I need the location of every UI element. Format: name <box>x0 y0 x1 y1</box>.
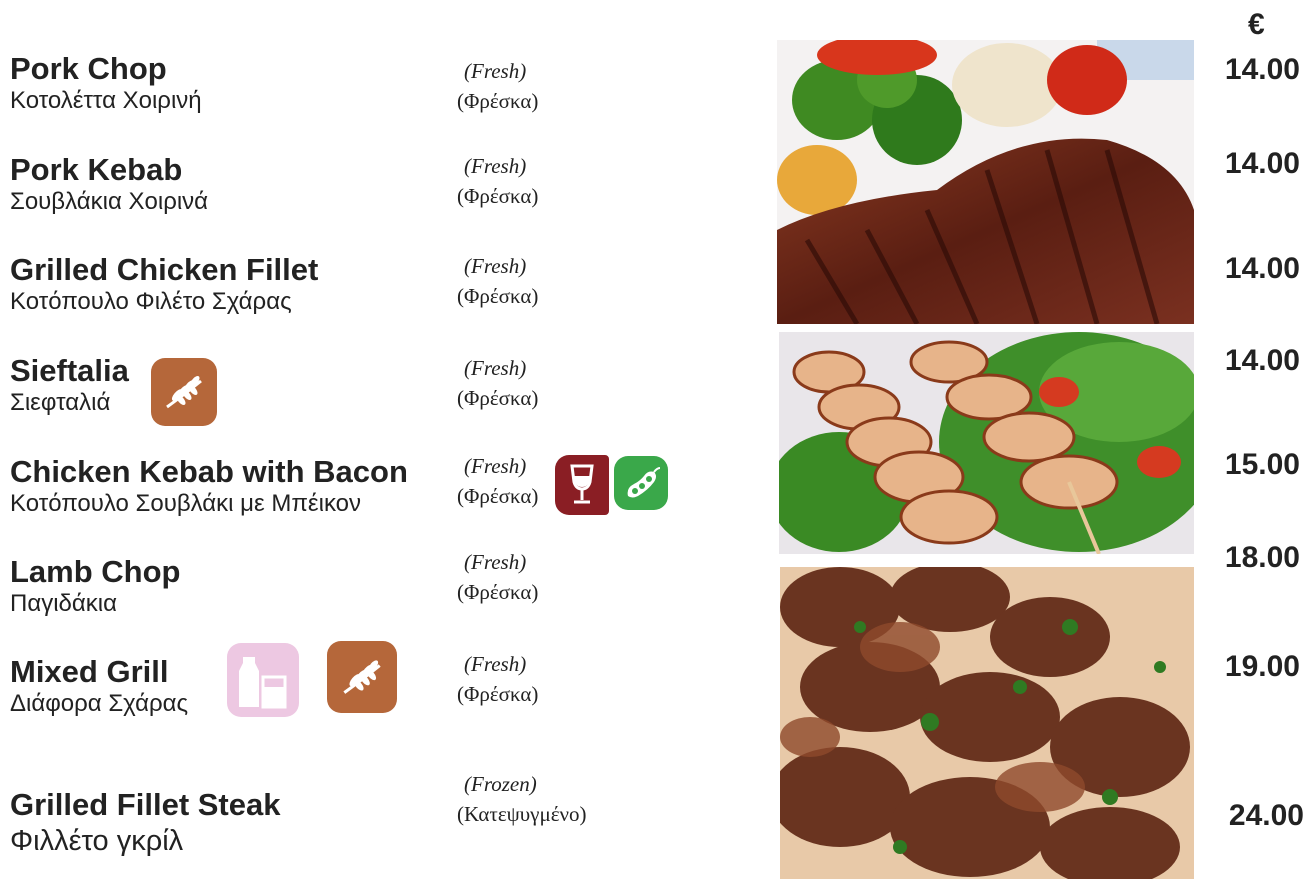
menu-item-chicken-kebab-bacon: Chicken Kebab with Bacon Κοτόπουλο Σουβλ… <box>10 455 408 519</box>
item-name-gr: Κοτολέττα Χοιρινή <box>10 87 202 114</box>
cereals-icon <box>151 358 217 426</box>
status-gr: (Φρέσκα) <box>457 89 539 113</box>
chicken-kebab-photo <box>779 332 1194 554</box>
item-name-gr: Φιλλέτο γκρίλ <box>10 825 184 857</box>
item-price: 14.00 <box>1224 344 1300 377</box>
mixed-grill-photo <box>780 567 1194 879</box>
menu-item-sieftalia: Sieftalia Σιεφταλιά <box>10 354 129 418</box>
item-name-gr: Σιεφταλιά <box>10 389 111 416</box>
item-status: (Fresh) (Φρέσκα) <box>457 353 538 413</box>
item-name-en: Grilled Chicken Fillet <box>10 252 319 287</box>
status-gr: (Κατεψυγμένο) <box>457 802 587 826</box>
item-name-gr: Παγιδάκια <box>10 590 117 617</box>
item-price: 15.00 <box>1224 448 1300 481</box>
status-gr: (Φρέσκα) <box>457 284 539 308</box>
item-name-en: Lamb Chop <box>10 554 181 589</box>
status-gr: (Φρέσκα) <box>457 484 539 508</box>
item-name-gr: Σουβλάκια Χοιρινά <box>10 188 209 215</box>
status-gr: (Φρέσκα) <box>457 184 539 208</box>
item-status: (Frozen) (Κατεψυγμένο) <box>457 769 587 829</box>
status-gr: (Φρέσκα) <box>457 580 539 604</box>
status-en: (Fresh) <box>464 154 527 178</box>
cereals-icon <box>327 641 397 713</box>
item-name-en: Grilled Fillet Steak <box>10 787 281 822</box>
item-price: 14.00 <box>1224 147 1300 180</box>
status-en: (Fresh) <box>464 59 527 83</box>
item-price: 14.00 <box>1224 53 1300 86</box>
item-status: (Fresh) (Φρέσκα) <box>457 251 538 311</box>
menu-item-lamb-chop: Lamb Chop Παγιδάκια <box>10 555 181 619</box>
status-en: (Fresh) <box>464 550 527 574</box>
item-price: 14.00 <box>1224 252 1300 285</box>
item-name-en: Pork Kebab <box>10 152 183 187</box>
sulphites-wine-icon <box>555 455 609 515</box>
milk-icon <box>227 643 299 717</box>
item-status: (Fresh) (Φρέσκα) <box>457 151 538 211</box>
item-name-gr: Κοτόπουλο Σουβλάκι με Μπέικον <box>10 490 362 517</box>
status-gr: (Φρέσκα) <box>457 682 539 706</box>
item-status: (Fresh) (Φρέσκα) <box>457 547 538 607</box>
item-status: (Fresh) (Φρέσκα) <box>457 649 538 709</box>
pork-chop-photo <box>777 40 1194 324</box>
currency-symbol: € <box>1248 8 1265 41</box>
item-name-en: Sieftalia <box>10 353 129 388</box>
soya-icon <box>614 456 668 510</box>
item-name-gr: Κοτόπουλο Φιλέτο Σχάρας <box>10 288 292 315</box>
item-price: 18.00 <box>1224 541 1300 574</box>
menu-item-pork-chop: Pork Chop Κοτολέττα Χοιρινή <box>10 52 202 116</box>
status-en: (Fresh) <box>464 254 527 278</box>
status-en: (Frozen) <box>464 772 537 796</box>
status-en: (Fresh) <box>464 454 527 478</box>
menu-item-grilled-fillet-steak: Grilled Fillet Steak Φιλλέτο γκρίλ <box>10 788 280 860</box>
item-status: (Fresh) (Φρέσκα) <box>457 56 538 116</box>
item-name-en: Mixed Grill <box>10 654 169 689</box>
status-en: (Fresh) <box>464 652 527 676</box>
item-name-gr: Διάφορα Σχάρας <box>10 690 189 717</box>
menu-item-pork-kebab: Pork Kebab Σουβλάκια Χοιρινά <box>10 153 208 217</box>
status-gr: (Φρέσκα) <box>457 386 539 410</box>
item-price: 24.00 <box>1228 799 1304 832</box>
status-en: (Fresh) <box>464 356 527 380</box>
item-status: (Fresh) (Φρέσκα) <box>457 451 538 511</box>
menu-item-grilled-chicken-fillet: Grilled Chicken Fillet Κοτόπουλο Φιλέτο … <box>10 253 318 317</box>
item-name-en: Pork Chop <box>10 51 167 86</box>
menu-item-mixed-grill: Mixed Grill Διάφορα Σχάρας <box>10 655 188 719</box>
item-name-en: Chicken Kebab with Bacon <box>10 454 408 489</box>
item-price: 19.00 <box>1224 650 1300 683</box>
